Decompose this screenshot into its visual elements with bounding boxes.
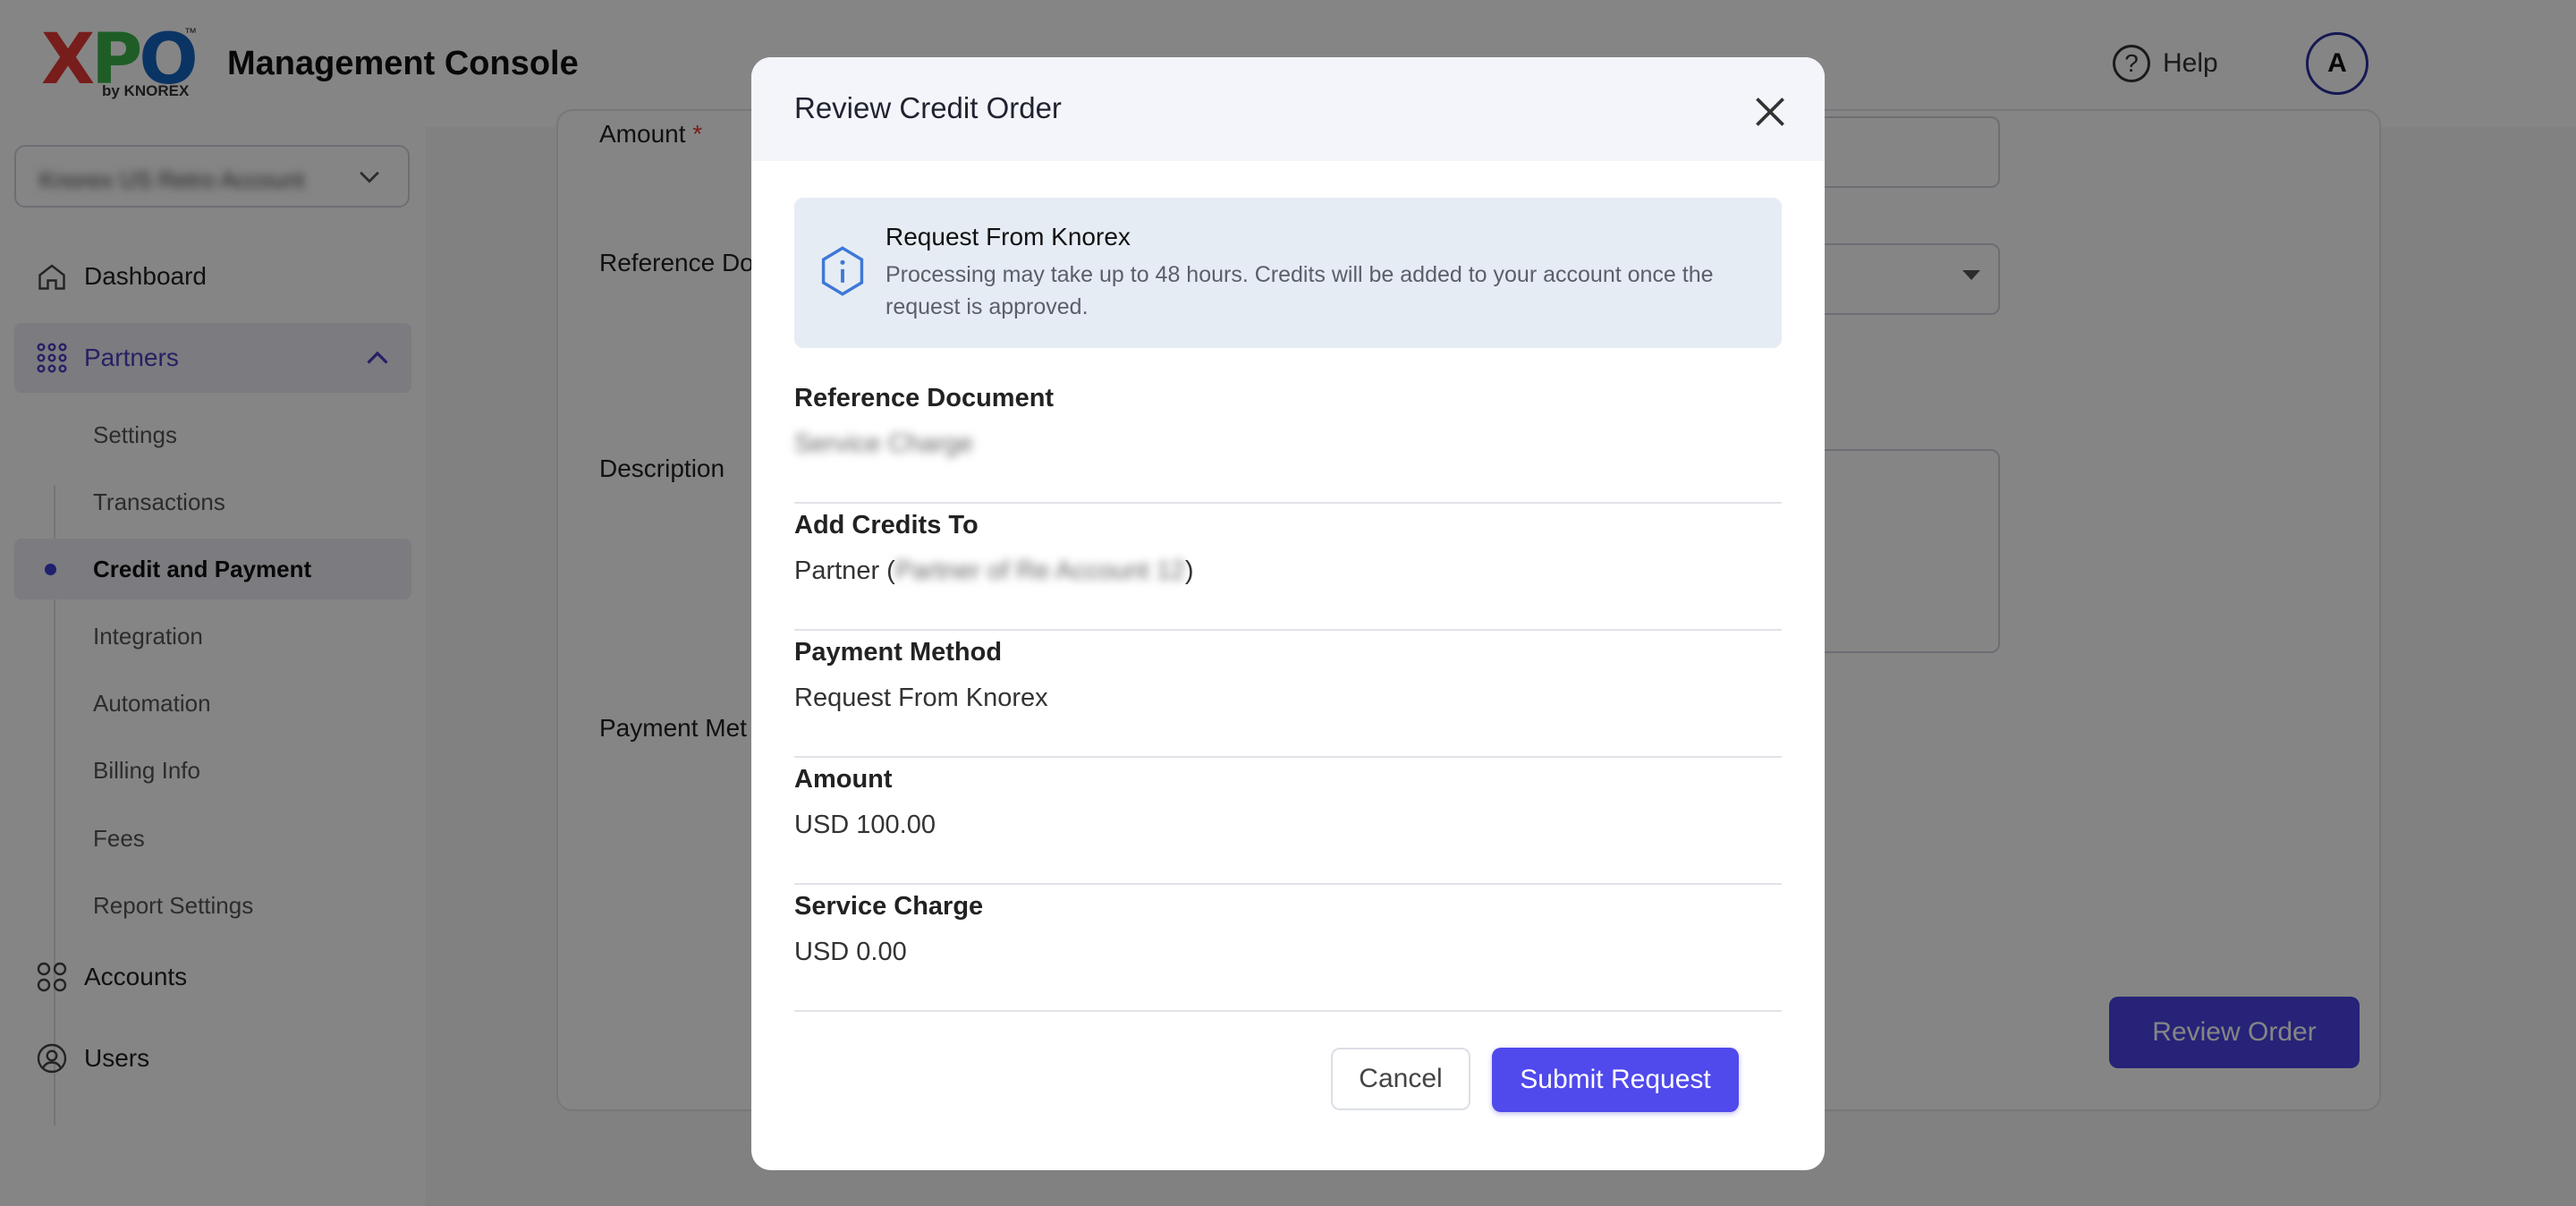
- modal-title: Review Credit Order: [794, 91, 1062, 124]
- info-banner: Request From Knorex Processing may take …: [794, 198, 1782, 348]
- partner-account-name: Partner of Re Account 12: [894, 556, 1185, 585]
- detail-payment-method: Payment Method Request From Knorex: [794, 629, 1782, 758]
- detail-value: Partner (Partner of Re Account 12): [794, 556, 1194, 586]
- review-credit-order-modal: Review Credit Order Request From Knorex …: [751, 57, 1825, 1170]
- modal-header: Review Credit Order: [751, 57, 1825, 161]
- info-title: Request From Knorex: [886, 223, 1131, 251]
- detail-label: Amount: [794, 765, 893, 794]
- detail-service-charge: Service Charge USD 0.00: [794, 883, 1782, 1012]
- detail-amount: Amount USD 100.00: [794, 756, 1782, 885]
- cancel-button[interactable]: Cancel: [1331, 1048, 1470, 1110]
- detail-value: USD 100.00: [794, 811, 936, 839]
- submit-request-button[interactable]: Submit Request: [1492, 1048, 1739, 1112]
- detail-label: Payment Method: [794, 638, 1003, 667]
- detail-value: USD 0.00: [794, 938, 907, 966]
- info-icon: [821, 246, 864, 296]
- info-description: Processing may take up to 48 hours. Cred…: [886, 262, 1714, 319]
- partner-prefix: Partner (: [794, 556, 895, 585]
- detail-value: Request From Knorex: [794, 684, 1048, 712]
- close-icon[interactable]: [1748, 89, 1792, 134]
- detail-add-credits-to: Add Credits To Partner (Partner of Re Ac…: [794, 502, 1782, 631]
- detail-reference-document: Reference Document Service Charge: [794, 375, 1782, 504]
- partner-suffix: ): [1184, 556, 1194, 585]
- detail-label: Service Charge: [794, 892, 984, 921]
- detail-value: Service Charge: [794, 429, 973, 458]
- detail-label: Reference Document: [794, 384, 1055, 412]
- detail-label: Add Credits To: [794, 511, 979, 539]
